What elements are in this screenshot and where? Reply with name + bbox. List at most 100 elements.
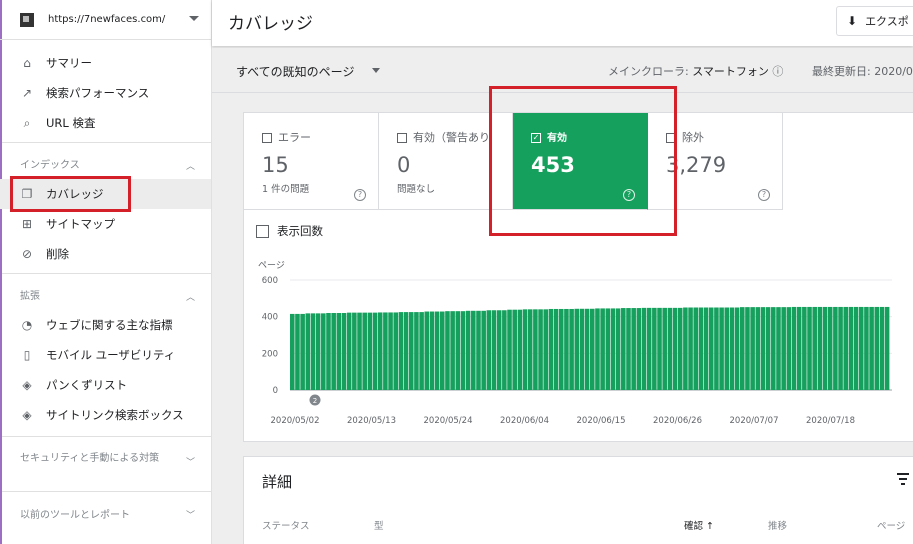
- chart-bar: [626, 308, 631, 390]
- chart-bar: [657, 307, 662, 390]
- chart-bar: [698, 307, 704, 390]
- checkbox[interactable]: [262, 133, 272, 143]
- chevron-up-icon: ︿: [185, 293, 195, 303]
- column-status[interactable]: ステータス: [262, 518, 310, 532]
- sidebar-item-label: サイトリンク検索ボックス: [46, 408, 184, 422]
- chart-bar: [760, 307, 766, 390]
- sidebar-item-mobile-usability[interactable]: ▯ モバイル ユーザビリティ: [0, 340, 211, 370]
- x-tick-label: 2020/06/04: [500, 416, 549, 426]
- chart-bar: [553, 308, 559, 390]
- sidebar-item-sitelinks-searchbox[interactable]: ◈ サイトリンク検索ボックス: [0, 400, 211, 430]
- chart-bar: [290, 313, 295, 390]
- checkbox[interactable]: [256, 224, 269, 238]
- home-icon: ⌂: [23, 56, 31, 70]
- sitemap-icon: ⊞: [21, 217, 33, 231]
- chart-bar: [864, 306, 869, 390]
- chart-bar: [688, 307, 693, 390]
- sidebar-item-performance[interactable]: ↗ 検索パフォーマンス: [0, 78, 211, 108]
- column-trend[interactable]: 推移: [768, 518, 787, 532]
- chart-bar: [533, 309, 538, 390]
- column-validation[interactable]: 確認 ↑: [684, 518, 714, 532]
- chart-bar: [662, 307, 667, 390]
- phone-icon: ▯: [23, 348, 31, 362]
- chart-bar: [693, 307, 699, 390]
- page-filter-select[interactable]: すべての既知のページ: [236, 63, 354, 80]
- chart-bar: [579, 308, 585, 390]
- chart-bar: [341, 313, 347, 390]
- tile-label: 除外: [682, 131, 704, 144]
- x-tick-label: 2020/06/15: [577, 416, 626, 426]
- chart-annotation-label: 2: [313, 397, 317, 405]
- chart-bar: [703, 307, 709, 390]
- y-tick-label: 400: [262, 313, 278, 323]
- tile-error[interactable]: エラー 15 1 件の問題 ?: [244, 113, 379, 210]
- sidebar: https://7newfaces.com/ ⌂ サマリー ↗ 検索パフォーマン…: [0, 0, 212, 544]
- trending-icon: ↗: [21, 86, 33, 100]
- chart-bar: [734, 307, 740, 390]
- filter-icon[interactable]: [897, 473, 909, 488]
- chart-bar: [315, 313, 321, 390]
- section-legacy[interactable]: 以前のツールとレポート ﹀: [0, 492, 211, 534]
- chart-bar: [310, 313, 316, 390]
- chart-bar: [471, 310, 476, 390]
- sidebar-item-removals[interactable]: ⊘ 削除: [0, 239, 211, 269]
- chart-bar: [476, 310, 481, 390]
- chart-bar: [522, 309, 528, 390]
- chart-bar: [450, 311, 455, 390]
- chart-bar: [672, 307, 678, 390]
- sidebar-item-summary[interactable]: ⌂ サマリー: [0, 48, 211, 78]
- chart-bar: [346, 312, 352, 390]
- speed-icon: ◔: [21, 318, 33, 332]
- chart-bar: [331, 313, 336, 390]
- chart-bar: [869, 306, 874, 390]
- chart-bar: [719, 307, 724, 390]
- chart-bar: [352, 312, 357, 390]
- impressions-toggle[interactable]: 表示回数: [256, 223, 323, 239]
- checkbox[interactable]: [397, 133, 407, 143]
- section-security[interactable]: セキュリティと手動による対策 ﹀: [0, 441, 211, 491]
- chart-bar: [300, 313, 305, 390]
- help-icon[interactable]: ⓘ: [772, 65, 783, 78]
- dropdown-caret-icon[interactable]: [372, 68, 380, 73]
- chart-bar: [755, 307, 761, 390]
- export-button[interactable]: ⬇ エクスポ: [836, 6, 913, 36]
- property-selector[interactable]: https://7newfaces.com/: [0, 0, 211, 40]
- chevron-down-icon: ﹀: [185, 458, 195, 468]
- tile-value: 0: [397, 153, 411, 177]
- section-index[interactable]: インデックス ︿: [0, 147, 211, 179]
- chart-bar: [574, 308, 580, 390]
- details-title: 詳細: [262, 473, 293, 491]
- chart-bar: [667, 307, 673, 390]
- sidebar-item-label: サマリー: [46, 56, 92, 70]
- chart-bar: [434, 311, 440, 390]
- chart-bar: [403, 312, 409, 390]
- chart-bar: [791, 306, 797, 390]
- chart-bar: [445, 311, 450, 390]
- chart-bar: [486, 310, 492, 390]
- chart-bar: [879, 306, 885, 390]
- sidebar-item-sitemaps[interactable]: ⊞ サイトマップ: [0, 209, 211, 239]
- help-icon[interactable]: ?: [758, 189, 770, 201]
- tile-label: 有効（警告あり: [413, 131, 490, 144]
- chart-bar: [465, 310, 471, 390]
- sidebar-item-label: 検索パフォーマンス: [46, 86, 150, 100]
- chart-bar: [677, 307, 683, 390]
- chart-bar: [491, 310, 497, 390]
- column-pages[interactable]: ページ: [877, 518, 905, 532]
- chart-bar: [740, 307, 745, 390]
- chart-bar: [414, 312, 419, 390]
- chart-bar: [646, 307, 652, 390]
- chart-bar: [584, 308, 590, 390]
- chart-bars: [290, 306, 890, 390]
- x-tick-label: 2020/05/02: [271, 416, 320, 426]
- sidebar-item-breadcrumbs[interactable]: ◈ パンくずリスト: [0, 370, 211, 400]
- section-enhancements[interactable]: 拡張 ︿: [0, 278, 211, 310]
- chart-bar: [590, 308, 595, 390]
- chart-bar: [600, 308, 605, 390]
- column-type[interactable]: 型: [374, 518, 384, 532]
- chart-bar: [367, 312, 373, 390]
- help-icon[interactable]: ?: [354, 189, 366, 201]
- sidebar-item-core-web-vitals[interactable]: ◔ ウェブに関する主な指標: [0, 310, 211, 340]
- sidebar-item-url-inspection[interactable]: ⌕ URL 検査: [0, 108, 211, 138]
- chart-bar: [874, 306, 880, 390]
